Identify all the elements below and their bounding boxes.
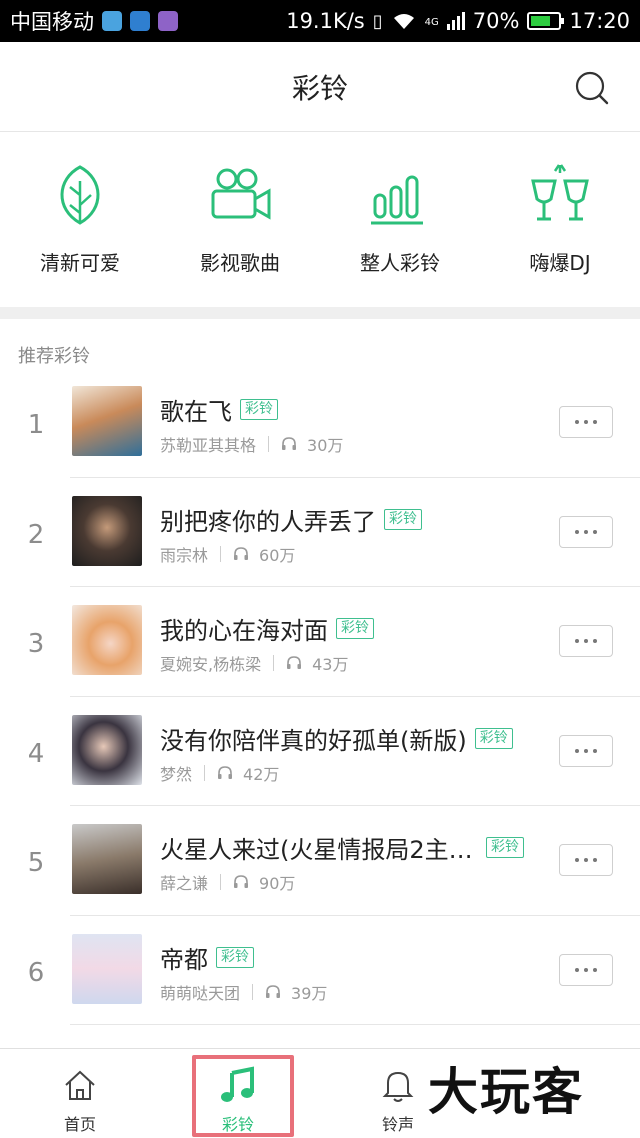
album-cover	[72, 933, 142, 1004]
nav-home-label: 首页	[63, 1115, 96, 1134]
headphone-icon	[287, 656, 302, 669]
rank-number: 6	[27, 957, 45, 988]
rank-number: 3	[27, 629, 45, 659]
category-fresh-cute[interactable]: 清新可爱	[0, 133, 160, 307]
category-dj[interactable]: 嗨爆DJ	[480, 133, 640, 307]
section-divider	[0, 307, 640, 319]
headphone-icon	[234, 546, 249, 560]
song-list: 1 歌在飞 彩铃 苏勒亚其其格 30万 2 别把疼你的人弄丢了 彩铃 雨宗林 6…	[0, 368, 640, 1025]
rank-number: 2	[27, 519, 45, 550]
rank-number: 4	[27, 738, 45, 769]
play-count: 39万	[291, 983, 328, 1003]
headphone-icon	[266, 984, 281, 998]
ringtone-badge: 彩铃	[216, 946, 254, 968]
ringtone-badge: 彩铃	[486, 837, 524, 858]
bell-icon	[382, 1071, 414, 1102]
play-count: 42万	[243, 764, 280, 784]
bars-icon	[371, 175, 423, 225]
song-title: 没有你陪伴真的好孤单(新版)	[160, 726, 467, 755]
rank-number: 5	[27, 848, 45, 878]
song-title: 火星人来过(火星情报局2主…	[160, 836, 473, 864]
category-prank-ringtones[interactable]: 整人彩铃	[320, 133, 480, 307]
play-count: 90万	[259, 874, 296, 893]
meta-separator	[220, 874, 222, 890]
artist-name: 薛之谦	[160, 874, 209, 893]
network-type: 4G	[424, 17, 439, 28]
watermark: 大玩客	[428, 1063, 584, 1121]
meta-separator	[252, 983, 254, 1000]
play-count: 43万	[312, 655, 349, 674]
list-item[interactable]: 3 我的心在海对面 彩铃 夏婉安,杨栋梁 43万	[0, 587, 640, 697]
rank-number: 1	[27, 410, 45, 440]
headphone-icon	[234, 875, 249, 888]
album-cover	[72, 495, 142, 566]
play-count: 60万	[259, 545, 296, 565]
ringtone-badge: 彩铃	[240, 399, 278, 420]
app-notification-icon	[102, 11, 122, 31]
more-options-button[interactable]	[559, 406, 613, 438]
list-item[interactable]: 6 帝都 彩铃 萌萌哒天团 39万	[0, 916, 640, 1025]
status-bar: 中国移动 19.1K/s ▯ 4G 70% 17:20	[0, 0, 640, 42]
meta-separator	[220, 545, 222, 562]
list-item[interactable]: 2 别把疼你的人弄丢了 彩铃 雨宗林 60万	[0, 478, 640, 587]
app-header: 彩铃	[0, 42, 640, 132]
album-cover	[72, 714, 142, 785]
meta-separator	[204, 764, 206, 781]
song-title: 歌在飞	[160, 398, 232, 426]
list-item[interactable]: 5 火星人来过(火星情报局2主… 彩铃 薛之谦 90万	[0, 806, 640, 916]
album-cover	[72, 386, 142, 456]
ringtone-badge: 彩铃	[474, 727, 513, 749]
wifi-icon	[393, 14, 414, 29]
category-grid: 清新可爱 影视歌曲 整人彩铃 嗨爆DJ	[0, 133, 640, 307]
leaf-icon	[60, 165, 100, 225]
meta-separator	[268, 436, 270, 452]
artist-name: 萌萌哒天团	[160, 983, 241, 1003]
album-cover	[72, 605, 142, 675]
home-icon	[65, 1070, 95, 1100]
ringtone-badge: 彩铃	[336, 618, 374, 639]
battery-percent: 70%	[472, 9, 520, 33]
clock: 17:20	[569, 9, 630, 33]
section-title: 推荐彩铃	[18, 346, 90, 367]
video-camera-icon	[211, 168, 271, 220]
artist-name: 苏勒亚其其格	[160, 436, 257, 455]
category-film-songs[interactable]: 影视歌曲	[160, 133, 320, 307]
list-item[interactable]: 1 歌在飞 彩铃 苏勒亚其其格 30万	[0, 368, 640, 478]
battery-icon	[527, 12, 565, 30]
album-cover	[72, 824, 142, 894]
app-notification-icon	[130, 11, 150, 31]
carrier-label: 中国移动	[10, 10, 94, 34]
song-title: 帝都	[160, 945, 208, 974]
artist-name: 夏婉安,杨栋梁	[160, 655, 262, 674]
more-options-button[interactable]	[559, 734, 613, 767]
signal-icon	[446, 12, 465, 30]
artist-name: 雨宗林	[160, 545, 209, 565]
page-title: 彩铃	[291, 71, 348, 105]
nav-home[interactable]: 首页	[20, 1049, 140, 1138]
artist-name: 梦然	[160, 764, 193, 784]
category-label: 影视歌曲	[200, 251, 280, 275]
song-title: 别把疼你的人弄丢了	[160, 507, 376, 536]
more-options-button[interactable]	[559, 515, 613, 548]
category-label: 嗨爆DJ	[529, 251, 591, 275]
cheers-icon	[531, 164, 589, 221]
more-options-button[interactable]	[559, 953, 613, 986]
vibrate-icon: ▯	[372, 10, 383, 32]
play-count: 30万	[307, 436, 344, 455]
list-item[interactable]: 4 没有你陪伴真的好孤单(新版) 彩铃 梦然 42万	[0, 697, 640, 806]
meta-separator	[273, 655, 275, 671]
more-options-button[interactable]	[559, 625, 613, 657]
ringtone-badge: 彩铃	[384, 508, 422, 530]
gallery-notification-icon	[158, 11, 178, 31]
nav-bell-label: 铃声	[381, 1115, 414, 1134]
headphone-icon	[218, 765, 233, 779]
network-speed: 19.1K/s	[286, 9, 365, 33]
headphone-icon	[282, 437, 297, 450]
song-title: 我的心在海对面	[160, 617, 328, 645]
highlight-box	[192, 1055, 294, 1137]
category-label: 清新可爱	[40, 251, 120, 275]
category-label: 整人彩铃	[360, 251, 440, 275]
more-options-button[interactable]	[559, 844, 613, 876]
search-icon[interactable]	[574, 70, 610, 106]
